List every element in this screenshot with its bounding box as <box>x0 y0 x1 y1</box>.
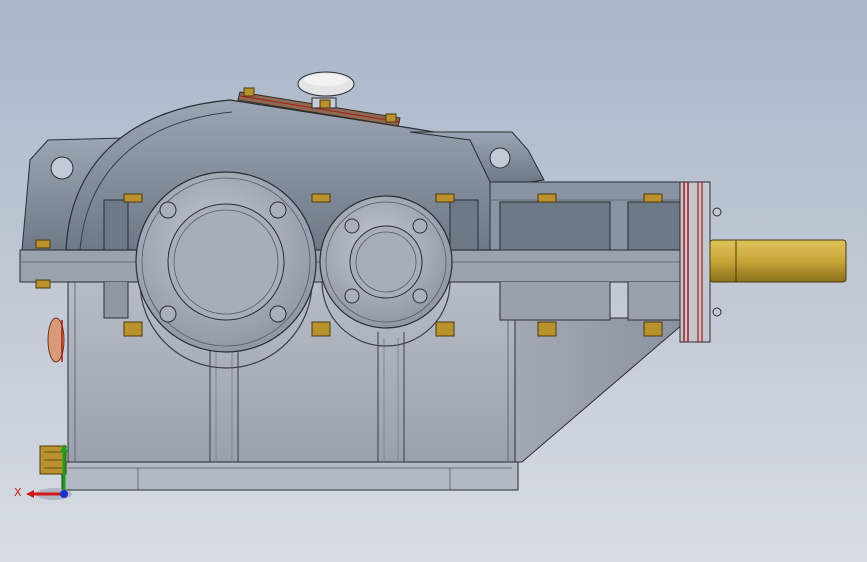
cad-graphics-viewport[interactable]: X <box>0 0 867 562</box>
output-shaft[interactable] <box>709 239 847 283</box>
gear-reducer-model[interactable] <box>0 0 867 562</box>
triad-x-arrow-icon <box>26 490 34 498</box>
bearing-cover-right[interactable] <box>319 195 453 329</box>
triad-x-label: X <box>14 486 22 499</box>
coordinate-triad: X <box>14 444 72 500</box>
triad-z-axis-icon <box>60 490 68 498</box>
oil-level-indicator[interactable] <box>47 317 65 363</box>
triad-y-arrow-icon <box>60 444 68 452</box>
bearing-cover-left[interactable] <box>135 171 317 353</box>
